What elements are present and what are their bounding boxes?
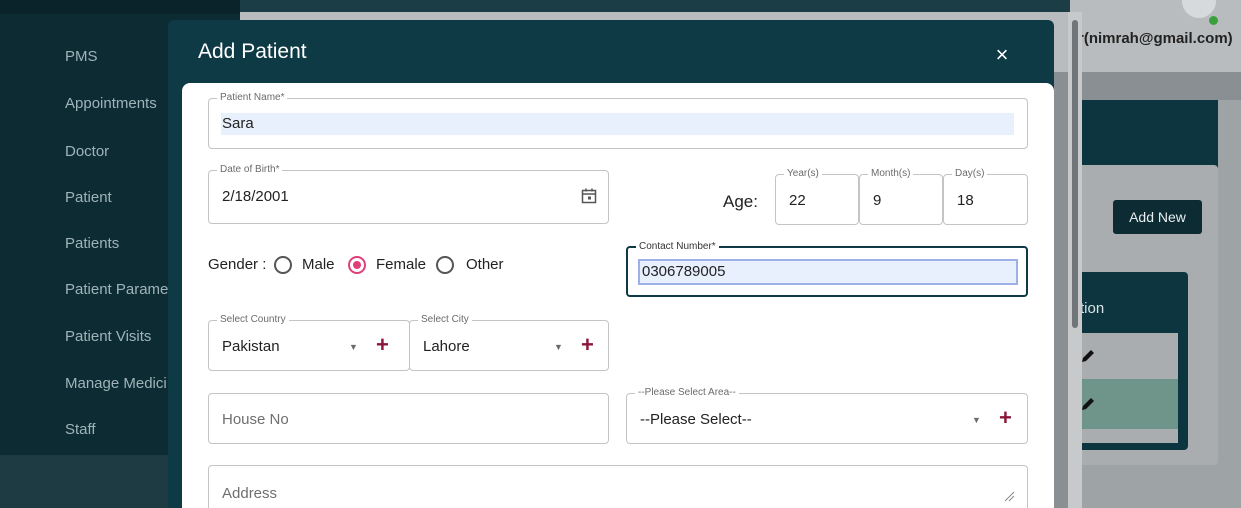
age-days-field[interactable]: Day(s) 18 — [943, 168, 1028, 225]
sidebar-item-patient-visits[interactable]: Patient Visits — [65, 328, 151, 345]
gender-female-radio[interactable] — [348, 256, 366, 274]
date-of-birth-value: 2/18/2001 — [222, 188, 289, 205]
sidebar-item-patient-parameters[interactable]: Patient Paramet — [65, 281, 173, 298]
city-select[interactable]: Select City Lahore ▼ + — [409, 314, 609, 371]
age-months-value: 9 — [873, 192, 882, 209]
table-header-action: tion — [1080, 300, 1105, 317]
chevron-down-icon[interactable]: ▼ — [349, 342, 358, 352]
age-years-field[interactable]: Year(s) 22 — [775, 168, 859, 225]
address-placeholder: Address — [222, 485, 278, 502]
top-bar-accent — [240, 0, 1070, 12]
sidebar-item-patients[interactable]: Patients — [65, 235, 119, 252]
area-value: --Please Select-- — [640, 411, 752, 428]
calendar-icon[interactable] — [581, 188, 597, 204]
patient-name-label: Patient Name* — [217, 92, 288, 104]
house-no-field[interactable]: House No — [208, 393, 609, 444]
add-area-icon[interactable]: + — [999, 407, 1012, 429]
age-label: Age: — [723, 192, 758, 211]
chevron-down-icon[interactable]: ▼ — [554, 342, 563, 352]
gender-other-label[interactable]: Other — [466, 256, 504, 273]
area-select[interactable]: --Please Select Area-- --Please Select--… — [626, 387, 1028, 444]
city-value: Lahore — [423, 338, 470, 355]
age-days-label: Day(s) — [952, 168, 988, 180]
resize-handle-icon[interactable] — [1003, 490, 1015, 502]
patient-name-field[interactable]: Patient Name* Sara — [208, 92, 1028, 149]
gender-male-label[interactable]: Male — [302, 256, 335, 273]
gender-other-radio[interactable] — [436, 256, 454, 274]
age-months-field[interactable]: Month(s) 9 — [859, 168, 943, 225]
contact-number-label: Contact Number* — [636, 241, 719, 253]
age-months-label: Month(s) — [868, 168, 914, 180]
sidebar-top-strip — [0, 0, 240, 14]
country-value: Pakistan — [222, 338, 280, 355]
country-label: Select Country — [217, 314, 289, 326]
online-status-icon — [1209, 16, 1218, 25]
city-label: Select City — [418, 314, 472, 326]
age-years-value: 22 — [789, 192, 806, 209]
area-label: --Please Select Area-- — [635, 387, 739, 399]
sidebar-item-pms[interactable]: PMS — [65, 48, 98, 65]
date-of-birth-field[interactable]: Date of Birth* 2/18/2001 — [208, 164, 609, 224]
sidebar-item-staff[interactable]: Staff — [65, 421, 96, 438]
sidebar-item-patient[interactable]: Patient — [65, 189, 112, 206]
sidebar-item-doctor[interactable]: Doctor — [65, 143, 109, 160]
patient-name-value: Sara — [222, 115, 254, 132]
house-no-placeholder: House No — [222, 411, 289, 428]
age-days-value: 18 — [957, 192, 974, 209]
scrollbar-thumb[interactable] — [1072, 20, 1078, 328]
add-new-button[interactable]: Add New — [1113, 200, 1202, 234]
contact-number-value: 0306789005 — [642, 263, 726, 280]
address-field[interactable]: Address — [208, 465, 1028, 508]
table-row — [1078, 429, 1178, 443]
edit-pencil-icon[interactable] — [1080, 348, 1096, 364]
edit-pencil-icon[interactable] — [1080, 396, 1096, 412]
close-button[interactable]: × — [992, 42, 1012, 67]
contact-number-field[interactable]: Contact Number* 0306789005 — [626, 241, 1028, 297]
chevron-down-icon[interactable]: ▼ — [972, 415, 981, 425]
gender-male-radio[interactable] — [274, 256, 292, 274]
autofill-highlight — [221, 113, 1014, 135]
sidebar-item-appointments[interactable]: Appointments — [65, 95, 157, 112]
gender-label: Gender : — [208, 256, 267, 273]
gender-female-label[interactable]: Female — [376, 256, 426, 273]
user-email: r(nimrah@gmail.com) — [1078, 30, 1233, 47]
add-city-icon[interactable]: + — [581, 334, 594, 356]
date-of-birth-label: Date of Birth* — [217, 164, 283, 176]
background-banner — [1078, 100, 1218, 168]
dialog-title: Add Patient — [198, 40, 307, 63]
country-select[interactable]: Select Country Pakistan ▼ + — [208, 314, 410, 371]
age-years-label: Year(s) — [784, 168, 822, 180]
sidebar-item-manage-medicine[interactable]: Manage Medici — [65, 375, 167, 392]
add-country-icon[interactable]: + — [376, 334, 389, 356]
